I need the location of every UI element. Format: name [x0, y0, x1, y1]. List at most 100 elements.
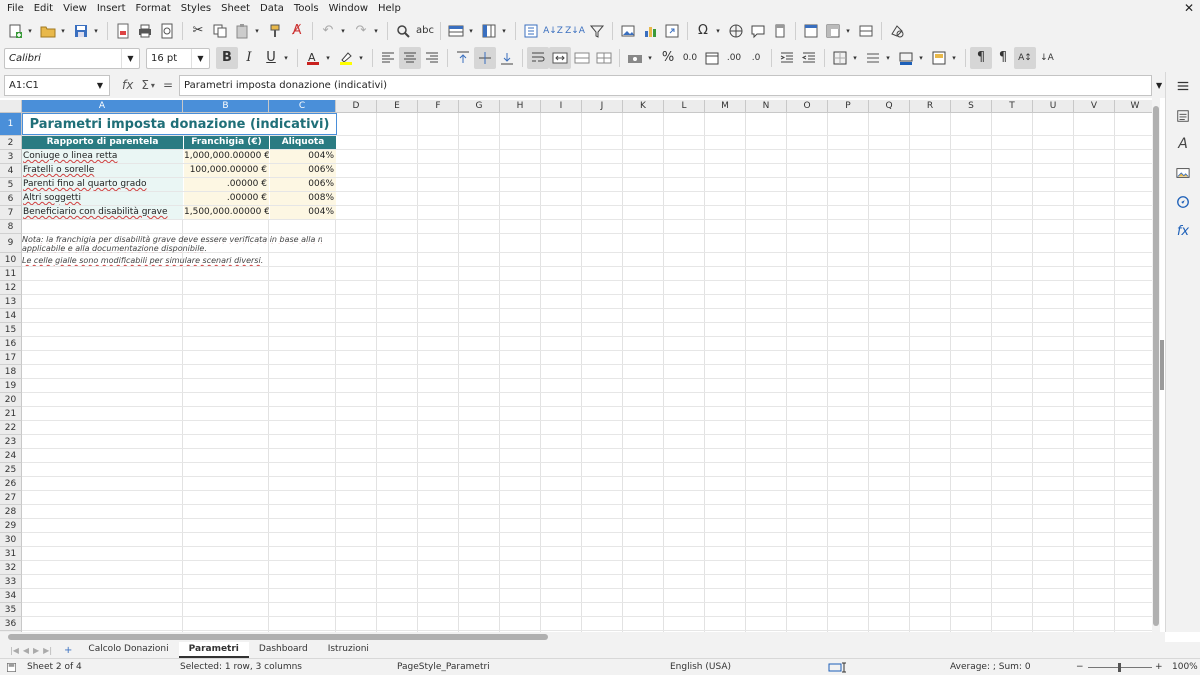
insert-chart-icon[interactable] [639, 20, 661, 42]
align-left-icon[interactable] [377, 47, 399, 69]
highlight-color-icon[interactable] [335, 47, 357, 69]
column-header-j[interactable]: J [582, 100, 623, 113]
row-dropdown-icon[interactable]: ▾ [467, 20, 475, 42]
clone-formatting-icon[interactable] [264, 20, 286, 42]
menu-help[interactable]: Help [373, 0, 406, 17]
table-row-rate[interactable]: 004% [270, 206, 336, 219]
row-header-29[interactable]: 29 [0, 519, 22, 533]
styles-icon[interactable]: A [1175, 136, 1191, 152]
next-sheet-icon[interactable]: ▶ [31, 646, 41, 655]
freeze-rows-columns-icon[interactable] [822, 20, 844, 42]
row-header-2[interactable]: 2 [0, 136, 22, 150]
spelling-icon[interactable]: abc [414, 20, 436, 42]
expand-formula-bar-icon[interactable]: ▼ [1156, 81, 1162, 90]
first-sheet-icon[interactable]: |◀ [8, 646, 21, 655]
row-header-16[interactable]: 16 [0, 337, 22, 351]
row-header-33[interactable]: 33 [0, 575, 22, 589]
zoom-in-icon[interactable]: + [1155, 662, 1163, 672]
new-document-icon[interactable] [4, 20, 26, 42]
bold-button[interactable]: B [216, 47, 238, 69]
column-header-q[interactable]: Q [869, 100, 910, 113]
column-header-b[interactable]: B [183, 100, 269, 113]
currency-dropdown-icon[interactable]: ▾ [646, 47, 654, 69]
table-row-rate[interactable]: 006% [270, 178, 336, 191]
column-icon[interactable] [478, 20, 500, 42]
percent-button[interactable]: % [657, 47, 679, 69]
font-color-icon[interactable]: A [302, 47, 324, 69]
menu-file[interactable]: File [2, 0, 29, 17]
chevron-down-icon[interactable]: ▼ [191, 48, 209, 68]
row-header-9[interactable]: 9 [0, 234, 22, 253]
borders-icon[interactable] [829, 47, 851, 69]
sheet-position[interactable]: Sheet 2 of 4 [27, 662, 82, 672]
column-header-i[interactable]: I [541, 100, 582, 113]
row-header-18[interactable]: 18 [0, 365, 22, 379]
row-header-22[interactable]: 22 [0, 421, 22, 435]
horizontal-scroll-thumb[interactable] [8, 634, 548, 640]
merge-center-icon[interactable] [549, 47, 571, 69]
table-row-label[interactable]: Coniuge o linea retta [22, 150, 183, 163]
close-document-button[interactable]: ✕ [1184, 0, 1194, 17]
column-header-g[interactable]: G [459, 100, 500, 113]
pivot-table-icon[interactable] [661, 20, 683, 42]
properties-icon[interactable] [1175, 108, 1191, 124]
tab-istruzioni[interactable]: Istruzioni [318, 642, 379, 658]
text-direction-ltr-icon[interactable]: ¶ [970, 47, 992, 69]
column-header-h[interactable]: H [500, 100, 541, 113]
row-header-7[interactable]: 7 [0, 206, 22, 220]
row-header-21[interactable]: 21 [0, 407, 22, 421]
row-header-27[interactable]: 27 [0, 491, 22, 505]
row-header-13[interactable]: 13 [0, 295, 22, 309]
column-dropdown-icon[interactable]: ▾ [500, 20, 508, 42]
print-preview-icon[interactable] [156, 20, 178, 42]
column-header-e[interactable]: E [377, 100, 418, 113]
menu-data[interactable]: Data [255, 0, 289, 17]
table-row-label[interactable]: Parenti fino al quarto grado [22, 178, 183, 191]
zoom-out-icon[interactable]: − [1076, 662, 1084, 672]
column-header-l[interactable]: L [664, 100, 705, 113]
row-header-30[interactable]: 30 [0, 533, 22, 547]
chevron-down-icon[interactable]: ▼ [121, 48, 139, 68]
table-row-rate[interactable]: 004% [270, 150, 336, 163]
chevron-down-icon[interactable]: ▼ [91, 81, 109, 90]
row-header-4[interactable]: 4 [0, 164, 22, 178]
row-header-23[interactable]: 23 [0, 435, 22, 449]
document-modified-icon[interactable] [6, 662, 17, 675]
table-row-exemption[interactable]: 1,000,000.00000 € [184, 150, 269, 163]
column-header-o[interactable]: O [787, 100, 828, 113]
highlight-dropdown-icon[interactable]: ▾ [357, 47, 365, 69]
row-header-14[interactable]: 14 [0, 309, 22, 323]
text-direction-rtl-icon[interactable]: ¶ [992, 47, 1014, 69]
vertical-scroll-thumb[interactable] [1153, 106, 1159, 626]
font-size-combo[interactable]: 16 pt ▼ [146, 47, 210, 69]
row-icon[interactable] [445, 20, 467, 42]
decrease-indent-icon[interactable] [798, 47, 820, 69]
row-header-34[interactable]: 34 [0, 589, 22, 603]
column-header-n[interactable]: N [746, 100, 787, 113]
border-style-icon[interactable] [862, 47, 884, 69]
note-disability-line1[interactable]: Nota: la franchigia per disabilità grave… [22, 235, 322, 244]
row-header-15[interactable]: 15 [0, 323, 22, 337]
save-dropdown-icon[interactable]: ▾ [92, 20, 100, 42]
table-row-label[interactable]: Fratelli o sorelle [22, 164, 183, 177]
align-bottom-icon[interactable] [496, 47, 518, 69]
language[interactable]: English (USA) [670, 662, 731, 672]
menu-sheet[interactable]: Sheet [216, 0, 255, 17]
text-vertical-icon[interactable]: ↓A [1036, 47, 1058, 69]
italic-button[interactable]: I [238, 47, 260, 69]
table-row-rate[interactable]: 006% [270, 164, 336, 177]
wrap-text-icon[interactable] [527, 47, 549, 69]
export-pdf-icon[interactable] [112, 20, 134, 42]
page-style[interactable]: PageStyle_Parametri [397, 662, 490, 672]
number-format-icon[interactable]: 0.0 [679, 47, 701, 69]
tab-dashboard[interactable]: Dashboard [249, 642, 318, 658]
row-header-32[interactable]: 32 [0, 561, 22, 575]
borders-dropdown-icon[interactable]: ▾ [851, 47, 859, 69]
last-sheet-icon[interactable]: ▶| [41, 646, 54, 655]
sum-icon[interactable]: Σ [141, 78, 149, 92]
zoom-slider-handle[interactable] [1118, 663, 1121, 672]
headers-footers-icon[interactable] [769, 20, 791, 42]
menu-view[interactable]: View [58, 0, 92, 17]
text-horizontal-icon[interactable]: A↕ [1014, 47, 1036, 69]
gallery-icon[interactable] [1175, 165, 1191, 181]
